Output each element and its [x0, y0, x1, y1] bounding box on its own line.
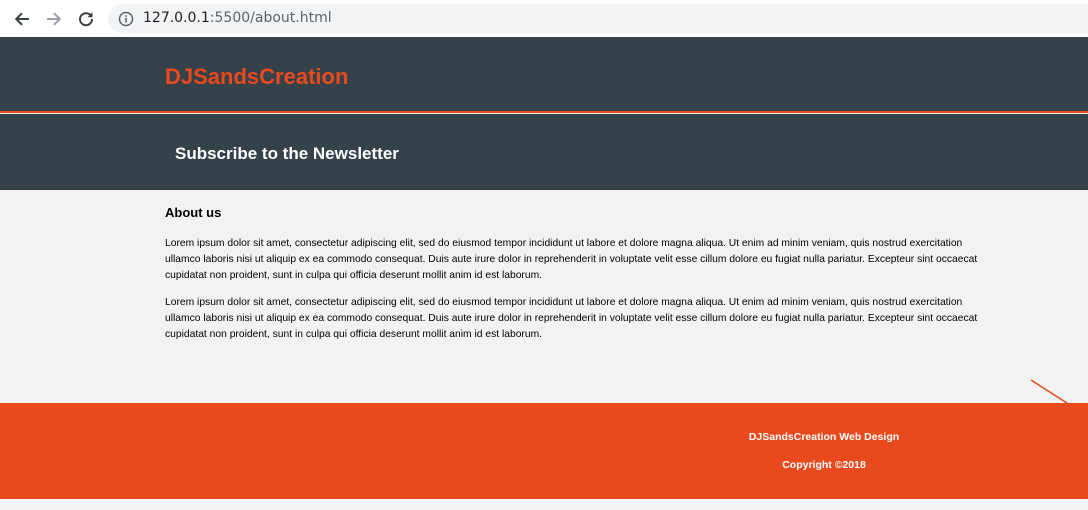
back-arrow-icon [14, 12, 29, 26]
footer-copyright: Copyright ©2018 [782, 459, 866, 471]
newsletter-title: Subscribe to the Newsletter [175, 144, 399, 163]
footer-title: DJSandsCreation Web Design [748, 431, 900, 443]
web-page: DJSandsCreation Subscribe to the Newslet… [0, 37, 1088, 503]
site-brand[interactable]: DJSandsCreation [165, 64, 348, 90]
info-icon[interactable] [118, 11, 134, 27]
about-paragraph: Lorem ipsum dolor sit amet, consectetur … [165, 297, 978, 340]
url-host: 127.0.0.1 [143, 10, 210, 26]
window-bottom-edge [0, 503, 1088, 510]
annotation-line [1030, 379, 1071, 406]
forward-button[interactable] [43, 8, 65, 30]
site-header: DJSandsCreation [0, 37, 1088, 113]
back-button[interactable] [11, 8, 33, 30]
forward-arrow-icon [47, 12, 62, 26]
site-footer: DJSandsCreation Web Design Copyright ©20… [0, 403, 1088, 499]
browser-toolbar: 127.0.0.1:5500/about.html [0, 0, 1088, 37]
reload-button[interactable] [75, 8, 97, 30]
reload-icon [79, 12, 94, 27]
about-paragraph: Lorem ipsum dolor sit amet, consectetur … [165, 238, 978, 281]
url-text: 127.0.0.1:5500/about.html [143, 10, 332, 26]
about-section: About us Lorem ipsum dolor sit amet, con… [0, 190, 1088, 403]
page-title: About us [165, 205, 222, 220]
newsletter-section: Subscribe to the Newsletter [0, 114, 1088, 190]
url-path: :5500/about.html [209, 10, 332, 26]
address-bar[interactable]: 127.0.0.1:5500/about.html [108, 4, 1088, 33]
